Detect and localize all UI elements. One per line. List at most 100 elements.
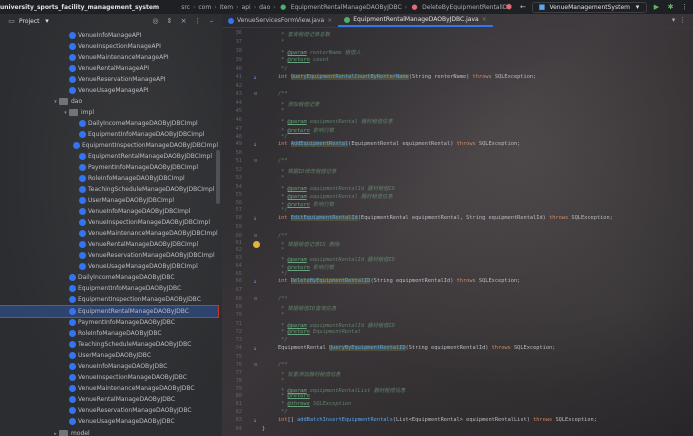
line-number: 73 <box>235 337 242 343</box>
code-token: * <box>262 50 288 56</box>
code-line: * @return 影响行数 <box>262 263 334 271</box>
tree-item[interactable]: VenueUsageManageDAOByJDBC <box>0 416 218 427</box>
tree-item[interactable]: DailyIncomeManageDAOByJDBCImpl <box>0 118 218 129</box>
panel-tools: ◎ ⇕ × ⋮ – <box>151 17 216 26</box>
tree-item[interactable]: VenueRentalManageDAOByJDBC <box>0 394 218 405</box>
run-icon[interactable]: ▶ <box>652 3 661 12</box>
lightbulb-icon[interactable] <box>253 241 260 248</box>
line-number: 43 <box>235 91 242 97</box>
tree-item[interactable]: TeachingScheduleManageDAOByJDBCImpl <box>0 184 218 195</box>
line-number: 64 <box>235 263 242 269</box>
tree-item[interactable]: VenueReservationManageDAOByJDBCImpl <box>0 250 218 261</box>
tree-item-label: RoleInfoManageDAOByJDBCImpl <box>88 175 185 182</box>
tree-item[interactable]: EquipmentInspectionManageDAOByJDBCImpl <box>0 140 218 151</box>
code-token: EquipmentRental <box>262 345 329 351</box>
tree-item[interactable]: DailyIncomeManageDAOByJDBC <box>0 272 218 283</box>
tree-item[interactable]: EquipmentRentalManageDAOByJDBCImpl <box>0 151 218 162</box>
tree-item[interactable]: UserManageDAOByJDBCImpl <box>0 195 218 206</box>
tree-scrollbar[interactable] <box>216 150 220 204</box>
tab-list-button[interactable]: ▾ ⋮ <box>669 14 693 27</box>
chevron-down-icon[interactable]: ▾ <box>52 99 59 105</box>
tree-folder[interactable]: ▾ impl <box>0 107 218 118</box>
code-line: * <box>262 175 288 181</box>
close-icon[interactable]: × <box>482 16 487 23</box>
tab-equipment-rental-manage-dao[interactable]: EquipmentRentalManageDAOByJDBC.java × <box>338 14 493 27</box>
tree-item[interactable]: EquipmentInfoManageDAOByJDBCImpl <box>0 129 218 140</box>
line-number: 52 <box>235 167 242 173</box>
line-number: 47 <box>235 126 242 132</box>
more-icon[interactable]: ⋮ <box>193 17 202 26</box>
tree-item[interactable]: VenueInspectionManageAPI <box>0 41 218 52</box>
tree-folder[interactable]: ▾ dao <box>0 96 218 107</box>
java-class-icon <box>228 17 234 24</box>
tree-item[interactable]: VenueRentalManageAPI <box>0 63 218 74</box>
tree-item[interactable]: RoleInfoManageDAOByJDBC <box>0 328 218 339</box>
tree-item[interactable]: EquipmentInspectionManageDAOByJDBC <box>0 294 218 305</box>
breadcrumb-item[interactable]: src <box>181 4 190 11</box>
code-token: * <box>262 175 288 181</box>
tree-item[interactable]: VenueInfoManageAPI <box>0 30 218 41</box>
code-token: int <box>277 215 288 221</box>
breadcrumb-item[interactable]: dao <box>259 4 270 11</box>
code-token: /** <box>262 296 288 302</box>
run-config-selector[interactable]: ■ VenueManagementSystem ▾ <box>532 1 647 13</box>
tree-item[interactable]: VenueReservationManageDAOByJDBC <box>0 405 218 416</box>
chevron-right-icon[interactable]: ▸ <box>52 431 59 436</box>
tree-folder[interactable]: ▸ model <box>0 428 218 436</box>
project-dropdown[interactable]: ▭ Project ▾ <box>7 17 52 26</box>
tree-item[interactable]: EquipmentRentalManageDAOByJDBC <box>0 305 219 318</box>
code-line: * 根据租借ID查询信息 <box>262 304 336 312</box>
tree-item[interactable]: PaymentInfoManageDAOByJDBC <box>0 317 218 328</box>
tree-item[interactable]: VenueInspectionManageDAOByJDBC <box>0 372 218 383</box>
tree-item[interactable]: PaymentInfoManageDAOByJDBCImpl <box>0 162 218 173</box>
tree-item[interactable]: VenueMaintenanceManageDAOByJDBC <box>0 383 218 394</box>
tree-item[interactable]: VenueMaintenanceManageAPI <box>0 52 218 63</box>
code-editor[interactable]: 36 * 查询租借记录总数 37 * 38 * @param renterName… <box>222 28 693 436</box>
tree-item[interactable]: VenueInfoManageDAOByJDBCImpl <box>0 206 218 217</box>
breadcrumb-item[interactable]: EquipmentRentalManageDAOByJDBC <box>291 4 402 11</box>
target-icon[interactable]: ◎ <box>151 17 160 26</box>
java-interface-icon <box>69 308 76 315</box>
tree-item[interactable]: VenueMaintenanceManageDAOByJDBCImpl <box>0 228 218 239</box>
minimize-icon[interactable]: – <box>207 17 216 26</box>
code-token: */ <box>262 66 288 72</box>
tree-item[interactable]: EquipmentInfoManageDAOByJDBC <box>0 283 218 294</box>
project-name[interactable]: university_sports_facility_management_sy… <box>0 4 159 11</box>
tree-item[interactable]: VenueReservationManageAPI <box>0 74 218 85</box>
tree-item[interactable]: TeachingScheduleManageDAOByJDBC <box>0 339 218 350</box>
code-token: /** <box>262 91 288 97</box>
code-line: int QueryEquipmentRentalCountByRenterNam… <box>262 74 536 80</box>
code-token: [] <box>287 417 298 423</box>
java-interface-icon <box>69 330 76 337</box>
tree-item[interactable]: VenueUsageManageAPI <box>0 85 218 96</box>
tree-item[interactable]: VenueInfoManageDAOByJDBC <box>0 361 218 372</box>
line-number: 84 <box>235 426 242 432</box>
chevron-down-icon[interactable]: ▾ <box>62 110 69 116</box>
interface-icon: ● <box>280 2 287 11</box>
close-icon[interactable]: × <box>179 17 188 26</box>
tree-item[interactable]: RoleInfoManageDAOByJDBCImpl <box>0 173 218 184</box>
back-icon[interactable]: ← <box>518 3 527 12</box>
debug-icon[interactable]: ✱ <box>666 3 675 12</box>
code-line: * @param equipmentRental 器材租借信息 <box>262 117 393 125</box>
folder-icon: ▭ <box>8 16 15 25</box>
more-icon[interactable]: ⋮ <box>680 3 689 12</box>
line-number: 71 <box>235 321 242 327</box>
tree-item-label: UserManageDAOByJDBCImpl <box>88 197 175 204</box>
code-token: (EquipmentRental equipmentRental) <box>348 141 457 147</box>
line-number: 41 <box>235 74 242 80</box>
tree-item-label: VenueMaintenanceManageDAOByJDBC <box>78 385 195 392</box>
tree-item[interactable]: UserManageDAOByJDBC <box>0 350 218 361</box>
tree-item[interactable]: VenueUsageManageDAOByJDBCImpl <box>0 261 218 272</box>
tab-venue-services-form-view[interactable]: VenueServicesFormView.java × <box>222 14 338 27</box>
line-number: 82 <box>235 409 242 415</box>
breadcrumb-item[interactable]: DeleteByEquipmentRentalID <box>422 4 507 11</box>
breadcrumb-item[interactable]: api <box>242 4 251 11</box>
tree-item[interactable]: VenueRentalManageDAOByJDBCImpl <box>0 239 218 250</box>
breadcrumb-item[interactable]: item <box>220 4 234 11</box>
breadcrumb-item[interactable]: com <box>198 4 211 11</box>
git-icon[interactable]: ⬢ <box>504 3 513 12</box>
close-icon[interactable]: × <box>327 17 332 24</box>
collapse-icon[interactable]: ⇕ <box>165 17 174 26</box>
tree-item[interactable]: VenueInspectionManageDAOByJDBCImpl <box>0 217 218 228</box>
